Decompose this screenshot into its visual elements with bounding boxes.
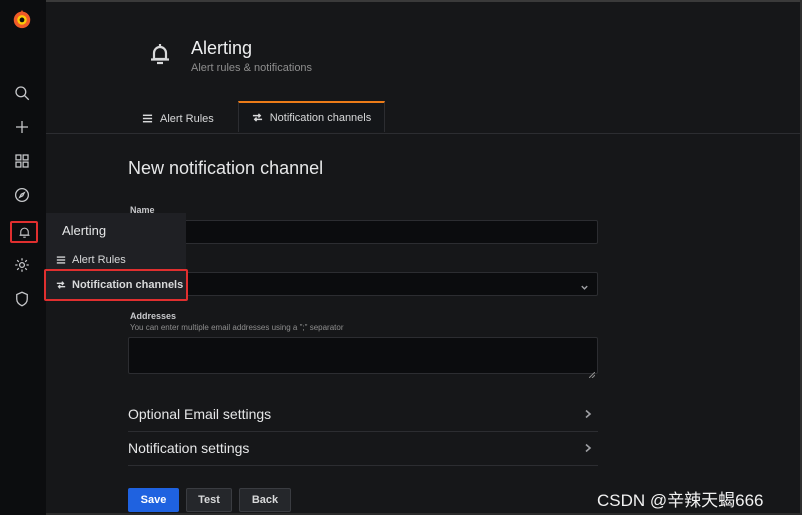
optional-email-settings-label: Optional Email settings [128,406,272,422]
comment-alt-share-icon [56,281,66,289]
page-title: Alerting [191,38,253,58]
addresses-description: You can enter multiple email addresses u… [130,323,344,332]
alerting-bell-icon [146,40,174,68]
watermark: CSDN @辛辣天蝎666 [597,491,764,510]
dashboards-icon[interactable] [11,150,33,172]
explore-icon[interactable] [11,184,33,206]
test-button[interactable]: Test [186,488,232,512]
flyout-item-alert-rules-label: Alert Rules [72,254,126,266]
tab-notification-channels-label: Notification channels [269,111,372,124]
type-select[interactable] [128,272,598,296]
chevron-right-icon [585,409,592,419]
list-icon [56,256,66,264]
form-heading: New notification channel [128,158,324,178]
flyout-item-notification-channels-row: Notification channels [56,279,183,291]
plus-icon[interactable] [11,116,33,138]
save-button[interactable]: Save [128,488,179,512]
resize-handle-icon[interactable] [588,365,596,379]
gear-icon[interactable] [11,254,33,276]
flyout-header[interactable]: Alerting [46,213,186,247]
chevron-down-icon [580,279,589,290]
optional-email-settings-section[interactable]: Optional Email settings [128,397,598,432]
back-button[interactable]: Back [239,488,291,512]
flyout-title: Alerting [62,223,107,238]
flyout-item-alert-rules[interactable]: Alert Rules [56,254,126,266]
addresses-label: Addresses [130,311,177,321]
tabs-divider [46,133,800,134]
flyout-item-notification-channels-label: Notification channels [72,279,184,291]
list-icon [142,114,153,123]
notification-settings-section[interactable]: Notification settings [128,431,598,466]
tab-alert-rules-label: Alert Rules [160,112,214,125]
search-icon[interactable] [11,82,33,104]
addresses-textarea[interactable] [128,337,598,379]
bell-icon[interactable] [10,221,38,243]
grafana-logo-icon[interactable] [11,8,33,30]
tab-notification-channels[interactable]: Notification channels [238,101,385,132]
shield-icon[interactable] [11,288,33,310]
name-input[interactable] [128,220,598,244]
flyout-item-notification-channels[interactable]: Notification channels [44,269,188,301]
chevron-right-icon [585,443,592,453]
sidebar [0,0,46,515]
window-top-edge [0,0,802,2]
tab-alert-rules[interactable]: Alert Rules [142,104,214,133]
page-subtitle: Alert rules & notifications [191,62,313,74]
comment-alt-share-icon [252,113,262,122]
notification-settings-label: Notification settings [128,440,250,456]
